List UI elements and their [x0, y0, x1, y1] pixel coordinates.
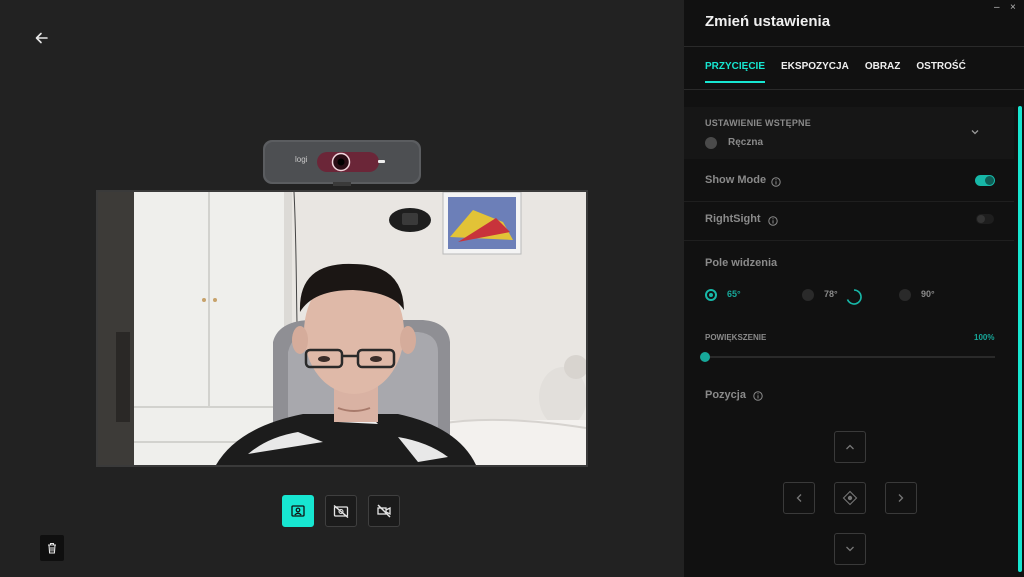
rightsight-toggle[interactable]: [976, 214, 994, 224]
pan-up-button[interactable]: [834, 431, 866, 463]
position-label: Pozycja: [705, 389, 746, 401]
fov-radio-78[interactable]: [802, 289, 814, 301]
chevron-left-icon: [796, 494, 802, 502]
window-minimize-button[interactable]: –: [994, 2, 1000, 13]
settings-panel: – × Zmień ustawienia PRZYCIĘCIE EKSPOZYC…: [684, 0, 1024, 577]
chevron-down-icon: [971, 130, 979, 135]
video-mute-icon: [377, 504, 391, 518]
tab-ekspozycja[interactable]: EKSPOZYCJA: [781, 61, 849, 83]
preset-dropdown[interactable]: USTAWIENIE WSTĘPNE Ręczna: [684, 107, 1014, 159]
pan-center-button[interactable]: [834, 482, 866, 514]
fov-option-65: 65°: [727, 289, 741, 299]
delete-button[interactable]: [40, 535, 64, 561]
video-mute-button[interactable]: [368, 495, 400, 527]
info-circle-icon[interactable]: [771, 177, 781, 187]
camera-off-button[interactable]: [325, 495, 357, 527]
pan-right-button[interactable]: [885, 482, 917, 514]
panel-title: Zmień ustawienia: [705, 13, 831, 30]
webcam-illustration: logi: [263, 140, 421, 186]
tab-przyciecie[interactable]: PRZYCIĘCIE: [705, 61, 766, 83]
pan-down-button[interactable]: [834, 533, 866, 565]
portrait-frame-icon: [291, 505, 305, 517]
show-mode-label: Show Mode: [705, 174, 767, 186]
chevron-up-icon: [846, 444, 854, 450]
divider: [684, 240, 1014, 241]
tabs-divider: [684, 89, 1024, 90]
preset-label: USTAWIENIE WSTĘPNE: [705, 118, 811, 128]
back-button[interactable]: [32, 28, 52, 48]
chevron-right-icon: [898, 494, 904, 502]
divider: [684, 201, 1014, 202]
preset-indicator: [705, 137, 717, 149]
window-close-button[interactable]: ×: [1010, 2, 1016, 13]
trash-icon: [48, 542, 56, 554]
fov-radio-90[interactable]: [899, 289, 911, 301]
webcam-brand-label: logi: [295, 155, 308, 164]
portrait-frame-button[interactable]: [282, 495, 314, 527]
zoom-value: 100%: [974, 333, 995, 342]
settings-tabs: PRZYCIĘCIE EKSPOZYCJA OBRAZ OSTROŚĆ: [705, 61, 966, 83]
pan-left-button[interactable]: [783, 482, 815, 514]
camera-off-icon: [333, 504, 349, 518]
fov-option-90: 90°: [921, 289, 935, 299]
fov-option-78: 78°: [824, 289, 838, 299]
center-target-icon: [842, 490, 858, 506]
show-mode-toggle[interactable]: [975, 175, 995, 186]
loading-spinner-icon: [846, 289, 862, 305]
camera-preview: [96, 190, 588, 467]
preset-value: Ręczna: [728, 137, 764, 148]
fov-radio-65[interactable]: [705, 289, 717, 301]
panel-scrollbar[interactable]: [1018, 106, 1022, 572]
info-circle-icon[interactable]: [753, 391, 763, 401]
arrow-left-icon: [35, 32, 48, 44]
title-divider: [684, 46, 1024, 47]
fov-label: Pole widzenia: [705, 257, 778, 269]
preview-pane: logi: [0, 0, 684, 577]
chevron-down-icon: [846, 546, 854, 552]
zoom-label: POWIĘKSZENIE: [705, 333, 767, 342]
tab-obraz[interactable]: OBRAZ: [865, 61, 901, 83]
zoom-slider-handle[interactable]: [700, 352, 710, 362]
info-circle-icon[interactable]: [768, 216, 778, 226]
tab-ostrosc[interactable]: OSTROŚĆ: [916, 61, 965, 83]
rightsight-label: RightSight: [705, 213, 761, 225]
zoom-slider[interactable]: [705, 356, 995, 358]
